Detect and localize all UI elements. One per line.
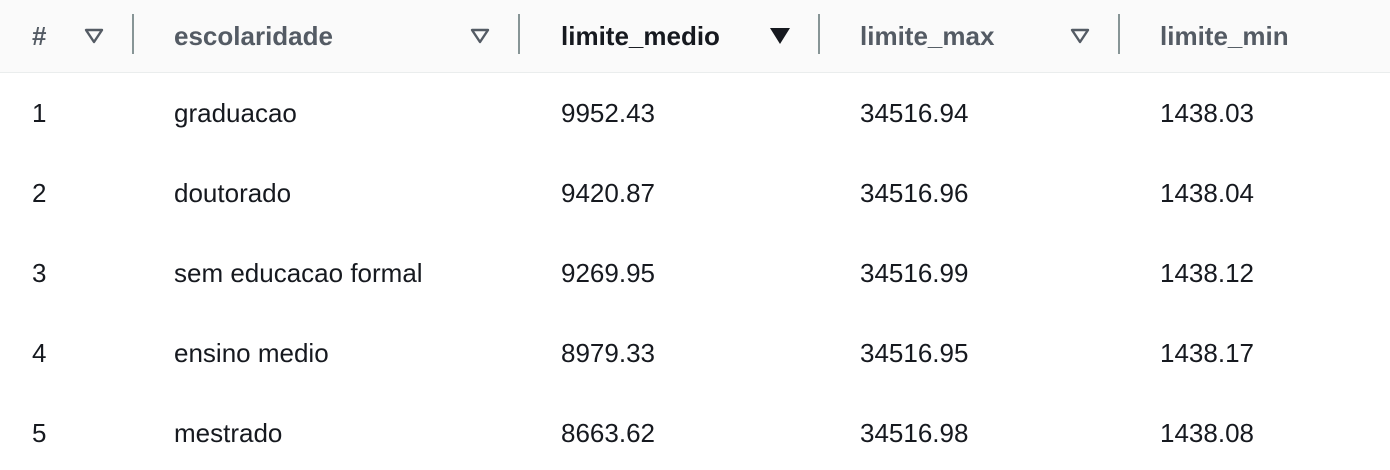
- cell-limite-max: 34516.95: [860, 337, 969, 368]
- table-row: 4 ensino medio 8979.33 34516.95 1438.17: [0, 313, 1390, 394]
- sort-descending-icon[interactable]: [766, 22, 794, 50]
- column-resize-handle[interactable]: [518, 14, 520, 54]
- column-header-label: #: [32, 20, 47, 51]
- cell-limite-max: 34516.99: [860, 257, 969, 288]
- table-row: 1 graduacao 9952.43 34516.94 1438.03: [0, 73, 1390, 154]
- cell-limite-max: 34516.96: [860, 177, 969, 208]
- column-header-label: limite_medio: [561, 20, 720, 51]
- cell-index: 4: [32, 337, 47, 368]
- column-header-limite-medio[interactable]: limite_medio: [561, 0, 720, 72]
- column-resize-handle[interactable]: [1118, 14, 1120, 54]
- cell-escolaridade: ensino medio: [174, 337, 329, 368]
- column-header-escolaridade[interactable]: escolaridade: [174, 0, 333, 72]
- cell-index: 2: [32, 177, 47, 208]
- sort-caret-icon[interactable]: [466, 22, 494, 50]
- cell-limite-medio: 9952.43: [561, 97, 655, 128]
- cell-limite-min: 1438.12: [1160, 257, 1254, 288]
- column-header-label: escolaridade: [174, 20, 333, 51]
- cell-index: 5: [32, 417, 47, 448]
- cell-limite-medio: 9420.87: [561, 177, 655, 208]
- column-header-label: limite_min: [1160, 20, 1289, 51]
- table-header: # escolaridade limite_medio limite_max l…: [0, 0, 1390, 73]
- column-header-label: limite_max: [860, 20, 995, 51]
- cell-limite-medio: 9269.95: [561, 257, 655, 288]
- cell-limite-min: 1438.17: [1160, 337, 1254, 368]
- table-row: 2 doutorado 9420.87 34516.96 1438.04: [0, 153, 1390, 234]
- table-row: 3 sem educacao formal 9269.95 34516.99 1…: [0, 233, 1390, 314]
- cell-limite-min: 1438.04: [1160, 177, 1254, 208]
- cell-limite-medio: 8979.33: [561, 337, 655, 368]
- cell-limite-max: 34516.94: [860, 97, 969, 128]
- cell-escolaridade: graduacao: [174, 97, 297, 128]
- cell-escolaridade: doutorado: [174, 177, 292, 208]
- table-row: 5 mestrado 8663.62 34516.98 1438.08: [0, 393, 1390, 470]
- column-resize-handle[interactable]: [818, 14, 820, 54]
- results-table: # escolaridade limite_medio limite_max l…: [0, 0, 1390, 470]
- sort-caret-icon[interactable]: [80, 22, 108, 50]
- cell-limite-min: 1438.03: [1160, 97, 1254, 128]
- column-header-limite-max[interactable]: limite_max: [860, 0, 994, 72]
- sort-caret-icon[interactable]: [1066, 22, 1094, 50]
- column-resize-handle[interactable]: [132, 14, 134, 54]
- cell-limite-max: 34516.98: [860, 417, 969, 448]
- cell-index: 1: [32, 97, 47, 128]
- column-header-index[interactable]: #: [32, 0, 46, 72]
- cell-limite-medio: 8663.62: [561, 417, 655, 448]
- cell-escolaridade: mestrado: [174, 417, 283, 448]
- cell-limite-min: 1438.08: [1160, 417, 1254, 448]
- column-header-limite-min[interactable]: limite_min: [1160, 0, 1289, 72]
- cell-index: 3: [32, 257, 47, 288]
- cell-escolaridade: sem educacao formal: [174, 257, 423, 288]
